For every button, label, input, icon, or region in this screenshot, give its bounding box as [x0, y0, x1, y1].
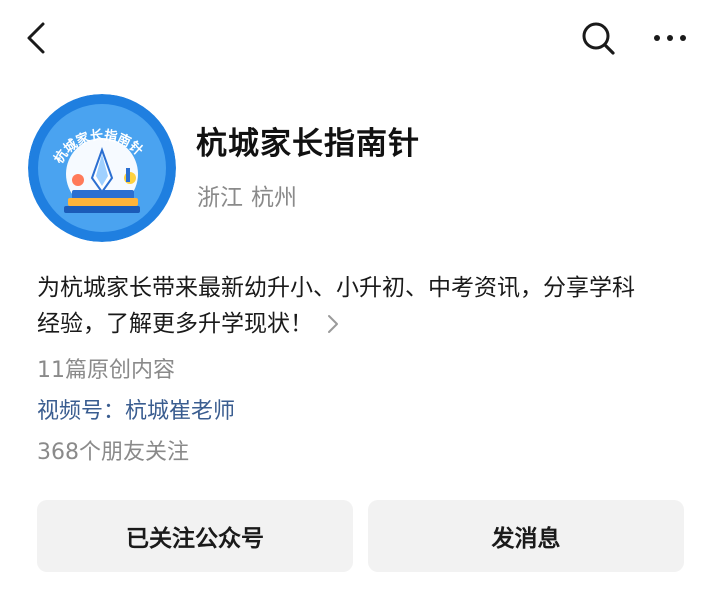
followed-button[interactable]: 已关注公众号	[37, 500, 353, 572]
video-channel-link[interactable]: 视频号：杭城崔老师	[37, 393, 235, 425]
intro-line-2-row: 经验，了解更多升学现状！	[37, 306, 697, 345]
chevron-left-icon	[27, 22, 45, 54]
account-location: 浙江 杭州	[197, 178, 297, 212]
more-button[interactable]	[646, 16, 694, 60]
back-button[interactable]	[14, 16, 58, 60]
location-city: 杭州	[251, 185, 297, 211]
top-bar	[0, 0, 720, 76]
intro-line-1: 为杭城家长带来最新幼升小、小升初、中考资讯，分享学科	[37, 275, 635, 301]
account-name: 杭城家长指南针	[196, 126, 420, 162]
send-message-button[interactable]: 发消息	[368, 500, 684, 572]
account-intro[interactable]: 为杭城家长带来最新幼升小、小升初、中考资讯，分享学科 经验，了解更多升学现状！	[37, 270, 697, 345]
intro-line-2: 经验，了解更多升学现状！	[37, 311, 313, 337]
account-avatar[interactable]: 杭城家长指南针	[28, 94, 176, 242]
search-button[interactable]	[576, 16, 620, 60]
more-icon	[654, 35, 686, 41]
avatar-logo: 杭城家长指南针	[28, 94, 176, 242]
friends-following-count: 368个朋友关注	[37, 440, 189, 465]
original-content-count: 11篇原创内容	[37, 358, 175, 383]
search-icon	[582, 22, 615, 55]
chevron-right-icon	[327, 309, 339, 345]
location-province: 浙江	[197, 185, 243, 211]
